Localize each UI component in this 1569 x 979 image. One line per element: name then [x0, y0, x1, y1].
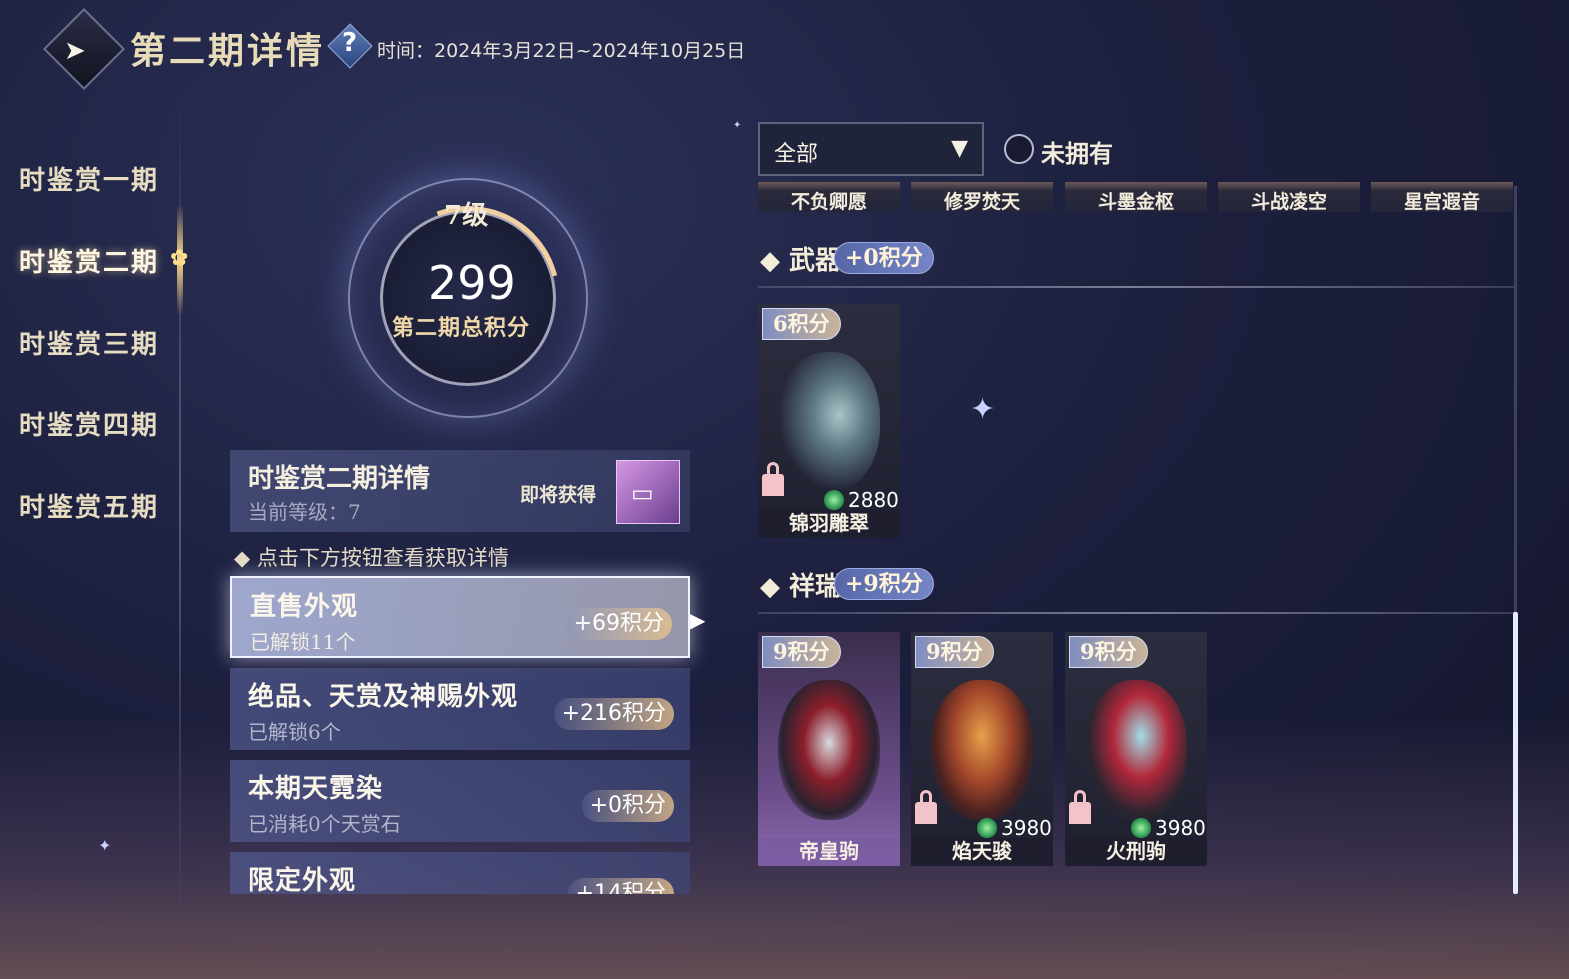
sidebar-item-period-5[interactable]: 时鉴赏五期: [19, 487, 159, 524]
sparkle-icon: ✦: [98, 836, 112, 855]
item-price: 3980: [1155, 816, 1206, 840]
appearance-card[interactable]: 修罗焚天: [911, 182, 1053, 213]
scrollbar-thumb[interactable]: [1513, 612, 1518, 894]
level-label: 7级: [444, 201, 489, 231]
item-name: 焰天骏: [911, 838, 1053, 866]
source-points: +69积分: [565, 608, 672, 640]
category-filter-dropdown[interactable]: 全部 ▼: [758, 122, 984, 176]
filter-selected-value: 全部: [774, 142, 819, 167]
period-detail-card[interactable]: 时鉴赏二期详情 当前等级：7 即将获得 ▭: [230, 450, 690, 532]
appearance-card[interactable]: 星宫遐音: [1371, 182, 1513, 213]
source-name: 直售外观: [250, 592, 359, 622]
section-divider: [758, 612, 1514, 614]
source-points: +0积分: [581, 790, 674, 822]
lock-body-icon: [762, 474, 784, 496]
source-direct-sale[interactable]: 直售外观 已解锁11个 +69积分: [230, 576, 690, 658]
item-points-badge: 9积分: [762, 636, 841, 668]
jade-currency-icon: [977, 818, 997, 838]
section-points-badge: +9积分: [834, 568, 934, 600]
item-artwork: [931, 680, 1033, 820]
source-points: +216积分: [553, 698, 674, 730]
sidebar-item-period-4[interactable]: 时鉴赏四期: [19, 405, 159, 442]
item-artwork: [1085, 680, 1187, 820]
source-name: 绝品、天赏及神赐外观: [248, 682, 519, 712]
item-name: 帝皇驹: [758, 838, 900, 866]
reward-frame-icon: ▭: [631, 479, 654, 507]
source-premium-appearances[interactable]: 绝品、天赏及神赐外观 已解锁6个 +216积分: [230, 668, 690, 750]
dropdown-caret-icon: ▼: [951, 136, 968, 161]
item-card-mount[interactable]: 9积分 3980 火刑驹: [1065, 632, 1207, 866]
upcoming-reward-label: 即将获得: [520, 484, 597, 506]
appearance-card[interactable]: 斗墨金枢: [1065, 182, 1207, 213]
source-limited-appearances[interactable]: 限定外观 +14积分: [230, 852, 690, 894]
source-name: 限定外观: [248, 866, 357, 894]
sparkle-icon: ✦: [970, 392, 996, 427]
lock-body-icon: [915, 802, 937, 824]
source-consumed: 已消耗0个天赏石: [248, 812, 401, 836]
source-dye[interactable]: 本期天霓染 已消耗0个天赏石 +0积分: [230, 760, 690, 842]
section-title-text: 祥瑞: [789, 572, 842, 602]
item-artwork: [778, 352, 880, 492]
item-points-badge: 6积分: [762, 308, 841, 340]
jade-currency-icon: [824, 490, 844, 510]
upcoming-reward-thumbnail[interactable]: ▭: [616, 460, 680, 524]
back-arrow-icon: ➤: [64, 36, 86, 66]
appearance-name: 斗墨金枢: [1097, 191, 1174, 213]
appearance-name: 星宫遐音: [1403, 191, 1480, 213]
source-unlocked: 已解锁6个: [248, 720, 341, 744]
item-price: 2880: [848, 488, 899, 512]
page-title: 第二期详情: [130, 30, 326, 72]
sidebar-item-period-1[interactable]: 时鉴赏一期: [19, 160, 159, 197]
item-card-weapon[interactable]: 6积分 2880 锦羽雕翠: [758, 304, 900, 538]
section-points-badge: +0积分: [834, 242, 934, 274]
current-level: 当前等级：7: [248, 500, 361, 524]
source-name: 本期天霓染: [248, 774, 384, 804]
item-artwork: [778, 680, 880, 820]
sidebar-item-period-3[interactable]: 时鉴赏三期: [19, 324, 159, 361]
item-name: 锦羽雕翠: [758, 510, 900, 538]
total-score-label: 第二期总积分: [392, 315, 531, 341]
appearance-card[interactable]: 不负卿愿: [758, 182, 900, 213]
section-title-text: 武器: [789, 246, 842, 276]
appearance-name: 斗战凌空: [1250, 191, 1327, 213]
item-name: 火刑驹: [1065, 838, 1207, 866]
item-points-badge: 9积分: [1069, 636, 1148, 668]
section-title-mounts: ◆ 祥瑞: [760, 572, 842, 602]
appearance-card[interactable]: 斗战凌空: [1218, 182, 1360, 213]
source-points: +14积分: [567, 878, 674, 894]
item-points-badge: 9积分: [915, 636, 994, 668]
sparkle-icon: ✦: [733, 120, 742, 131]
detail-title: 时鉴赏二期详情: [248, 464, 431, 494]
item-card-mount[interactable]: 9积分 3980 焰天骏: [911, 632, 1053, 866]
help-icon: ?: [342, 28, 358, 58]
section-title-weapons: ◆ 武器: [760, 246, 842, 276]
item-price: 3980: [1001, 816, 1052, 840]
hint-text: ◆ 点击下方按钮查看获取详情: [234, 546, 509, 570]
jade-currency-icon: [1131, 818, 1151, 838]
source-unlocked: 已解锁11个: [250, 630, 356, 654]
appearance-name: 不负卿愿: [790, 191, 867, 213]
sidebar-item-period-2[interactable]: 时鉴赏二期: [19, 242, 159, 279]
period-time: 时间：2024年3月22日~2024年10月25日: [377, 40, 746, 62]
total-score: 299: [428, 256, 516, 310]
appearance-name: 修罗焚天: [943, 191, 1020, 213]
selected-arrow-icon: ▶: [690, 608, 706, 632]
unowned-radio[interactable]: [1004, 134, 1034, 164]
unowned-label: 未拥有: [1041, 139, 1113, 168]
item-card-mount[interactable]: 9积分 帝皇驹: [758, 632, 900, 866]
lock-body-icon: [1069, 802, 1091, 824]
active-flower-icon: ✿: [170, 246, 189, 271]
section-divider: [758, 286, 1514, 288]
